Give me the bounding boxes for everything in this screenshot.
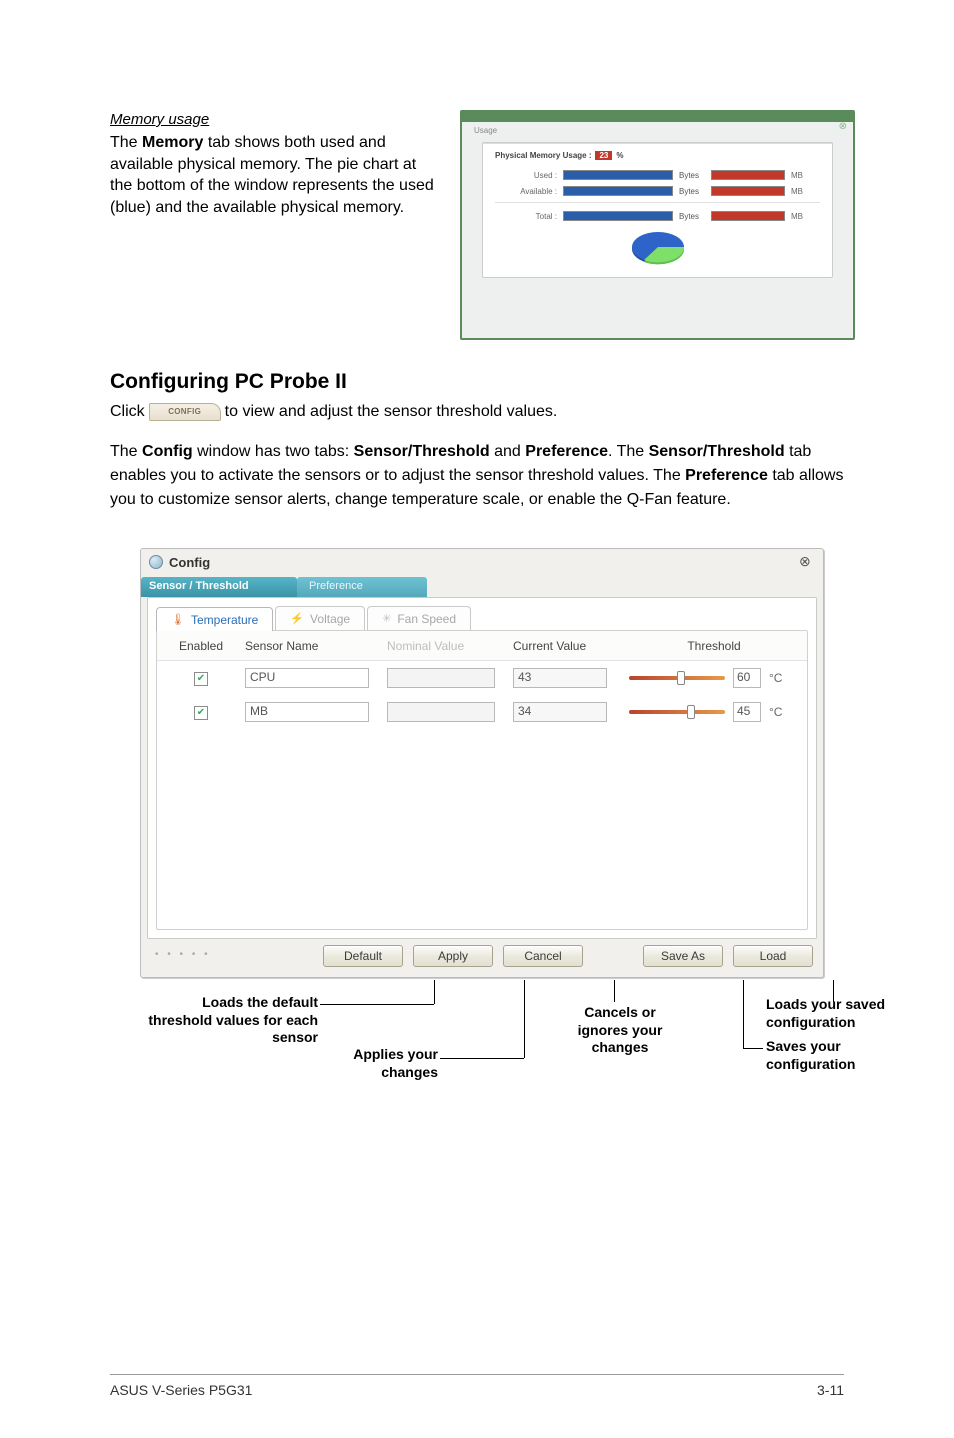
nominal-field [387, 668, 495, 688]
subtab-voltage[interactable]: ⚡Voltage [275, 606, 365, 630]
current-field: 43 [513, 668, 607, 688]
threshold-slider[interactable] [629, 676, 725, 680]
unit-label: °C [769, 671, 782, 685]
table-header: Enabled Sensor Name Nominal Value Curren… [157, 631, 807, 661]
config-window: Config ⊗ Sensor / Threshold Preference 🌡… [140, 548, 824, 978]
footer-right: 3-11 [817, 1382, 844, 1398]
subtab-fanspeed[interactable]: ✳Fan Speed [367, 606, 471, 630]
mem-bar-total [563, 211, 673, 221]
memory-section-text: Memory usage The Memory tab shows both u… [110, 110, 440, 340]
default-button[interactable]: Default [323, 945, 403, 967]
checkbox[interactable]: ✔ [194, 706, 208, 720]
mem-row-used: Used : Bytes MB [495, 170, 820, 180]
thermometer-icon: 🌡 [171, 613, 185, 626]
page-footer: ASUS V-Series P5G31 3-11 [110, 1382, 844, 1398]
cancel-button[interactable]: Cancel [503, 945, 583, 967]
threshold-value[interactable]: 60 [733, 668, 761, 688]
load-button[interactable]: Load [733, 945, 813, 967]
subtab-temperature[interactable]: 🌡Temperature [156, 607, 273, 631]
mem-caption: Physical Memory Usage : 23 % [495, 151, 820, 160]
mem-window-title: Usage [462, 124, 497, 135]
mem-row-available: Available : Bytes MB [495, 186, 820, 196]
configuring-heading: Configuring PC Probe II [110, 370, 844, 394]
sensor-name-field[interactable]: CPU [245, 668, 369, 688]
threshold-slider[interactable] [629, 710, 725, 714]
memory-bold: Memory [142, 134, 203, 151]
unit-label: °C [769, 705, 782, 719]
sensor-name-field[interactable]: MB [245, 702, 369, 722]
memory-window-screenshot: Usage ⊗ Physical Memory Usage : 23 % Use… [460, 110, 855, 340]
table-row: ✔ CPU 43 60 °C [157, 661, 807, 695]
config-window-title: Config [169, 555, 210, 570]
configuring-paragraph: The Config window has two tabs: Sensor/T… [110, 440, 844, 512]
footer-left: ASUS V-Series P5G31 [110, 1382, 252, 1398]
saveas-button[interactable]: Save As [643, 945, 723, 967]
fan-icon: ✳ [382, 612, 391, 625]
apply-button[interactable]: Apply [413, 945, 493, 967]
globe-icon [149, 555, 163, 569]
checkbox[interactable]: ✔ [194, 672, 208, 686]
nominal-field [387, 702, 495, 722]
config-button[interactable]: CONFIG [149, 403, 221, 421]
close-icon[interactable]: ⊗ [839, 121, 847, 132]
flash-icon: ⚡ [290, 612, 304, 625]
mem-bar-available [563, 186, 673, 196]
mem-row-total: Total : Bytes MB [495, 211, 820, 221]
memory-heading: Memory usage [110, 110, 440, 130]
current-field: 34 [513, 702, 607, 722]
annotations: Loads the default threshold values for e… [140, 982, 880, 1152]
pct-badge: 23 [595, 151, 612, 160]
memory-pie-chart [628, 227, 688, 267]
tab-preference[interactable]: Preference [297, 577, 427, 597]
threshold-value[interactable]: 45 [733, 702, 761, 722]
table-row: ✔ MB 34 45 °C [157, 695, 807, 729]
close-icon[interactable]: ⊗ [799, 553, 815, 569]
tab-sensor-threshold[interactable]: Sensor / Threshold [141, 577, 297, 597]
mem-bar-used [563, 170, 673, 180]
